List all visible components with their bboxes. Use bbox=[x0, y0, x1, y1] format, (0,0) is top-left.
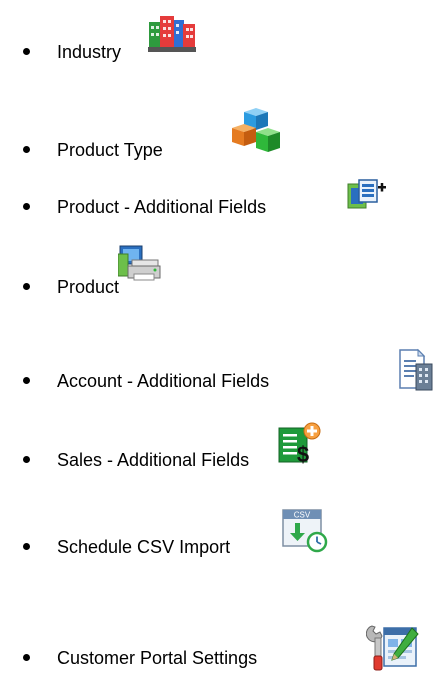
list-item-customer-portal-settings: Customer Portal Settings bbox=[0, 610, 436, 671]
list-item-account-additional-fields: Account - Additional Fields bbox=[0, 340, 436, 400]
list-item-label: Customer Portal Settings bbox=[57, 648, 258, 668]
list-item-label: Schedule CSV Import bbox=[57, 537, 231, 557]
list-item-sales-additional-fields: Sales - Additional Fields $ bbox=[0, 420, 436, 480]
list-item-label: Sales - Additional Fields bbox=[57, 450, 250, 470]
portal-settings-icon bbox=[366, 622, 422, 674]
list-item-label: Account - Additional Fields bbox=[57, 371, 270, 391]
svg-text:CSV: CSV bbox=[294, 511, 311, 520]
cubes-icon bbox=[228, 108, 284, 156]
list-item-product: Product bbox=[0, 245, 436, 310]
list-item-label: Product - Additional Fields bbox=[57, 197, 267, 217]
bullet bbox=[23, 377, 30, 384]
bullet bbox=[23, 146, 30, 153]
computer-printer-icon bbox=[118, 244, 162, 284]
bullet bbox=[23, 203, 30, 210]
bullet bbox=[23, 543, 30, 550]
sales-dollar-add-icon: $ bbox=[277, 422, 321, 466]
document-building-icon bbox=[398, 348, 434, 392]
bullet bbox=[23, 283, 30, 290]
bullet bbox=[23, 654, 30, 661]
bullet bbox=[23, 456, 30, 463]
list-item-schedule-csv-import: Schedule CSV Import CSV bbox=[0, 508, 436, 570]
csv-schedule-icon: CSV bbox=[279, 508, 329, 554]
list-item-label: Industry bbox=[57, 42, 122, 62]
list-item-product-additional-fields: Product - Additional Fields bbox=[0, 170, 436, 230]
svg-text:$: $ bbox=[297, 442, 309, 466]
list-item-industry: Industry bbox=[0, 16, 436, 80]
product-add-fields-icon bbox=[347, 178, 387, 212]
buildings-icon bbox=[148, 12, 196, 54]
list-item-label: Product Type bbox=[57, 140, 163, 160]
list-item-product-type: Product Type bbox=[0, 100, 436, 160]
list-item-label: Product bbox=[57, 277, 120, 297]
bullet bbox=[23, 48, 30, 55]
